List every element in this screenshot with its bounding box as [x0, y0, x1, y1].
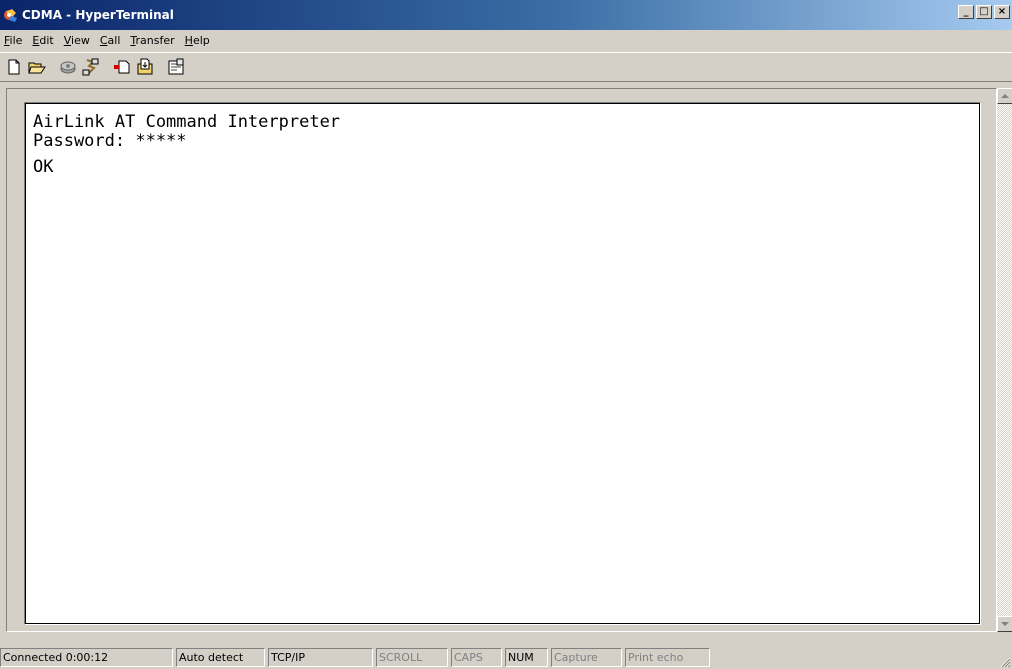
scroll-down-icon: [1001, 622, 1009, 626]
status-capture: Capture: [551, 648, 622, 667]
status-connection: Connected 0:00:12: [0, 648, 173, 667]
hyperterminal-icon[interactable]: [3, 7, 19, 23]
menu-bar: File Edit View Call Transfer Help: [0, 30, 1012, 52]
send-icon: [114, 60, 130, 74]
scroll-up-icon: [1001, 94, 1009, 98]
terminal-output: AirLink AT Command Interpreter Password: …: [33, 113, 340, 177]
menu-transfer[interactable]: Transfer: [125, 32, 179, 50]
open-icon: [28, 62, 46, 74]
minimize-button[interactable]: _: [958, 5, 974, 19]
connect-icon: [60, 61, 76, 74]
title-bar[interactable]: CDMA - HyperTerminal _ □ ×: [0, 0, 1012, 30]
close-icon: ×: [997, 6, 1007, 17]
scroll-down-button[interactable]: [997, 616, 1012, 632]
send-button[interactable]: [111, 56, 133, 78]
window-title: CDMA - HyperTerminal: [22, 8, 174, 22]
minimize-icon: _: [963, 6, 969, 17]
vertical-scrollbar[interactable]: [997, 88, 1012, 632]
terminal-line: OK: [33, 157, 54, 177]
close-button[interactable]: ×: [994, 5, 1010, 19]
disconnect-icon: [82, 58, 99, 76]
toolbar: [0, 52, 1012, 82]
new-connection-button[interactable]: [3, 56, 25, 78]
status-num: NUM: [505, 648, 548, 667]
maximize-icon: □: [979, 6, 989, 17]
menu-call[interactable]: Call: [95, 32, 126, 50]
scroll-up-button[interactable]: [997, 88, 1012, 104]
properties-icon: [168, 58, 184, 75]
call-button[interactable]: [57, 56, 79, 78]
status-detect: Auto detect: [176, 648, 265, 667]
receive-icon: [137, 58, 153, 75]
status-print-echo: Print echo: [625, 648, 710, 667]
terminal-line: AirLink AT Command Interpreter: [33, 112, 341, 132]
status-scroll: SCROLL: [376, 648, 448, 667]
status-protocol: TCP/IP: [268, 648, 373, 667]
resize-grip-icon[interactable]: [999, 656, 1011, 668]
status-caps: CAPS: [451, 648, 502, 667]
menu-help[interactable]: Help: [180, 32, 215, 50]
status-bar: Connected 0:00:12 Auto detect TCP/IP SCR…: [0, 646, 1012, 669]
receive-button[interactable]: [134, 56, 156, 78]
terminal-screen[interactable]: AirLink AT Command Interpreter Password: …: [24, 102, 981, 625]
menu-view[interactable]: View: [59, 32, 95, 50]
properties-button[interactable]: [165, 56, 187, 78]
terminal-line: Password: *****: [33, 131, 187, 151]
open-button[interactable]: [26, 56, 48, 78]
menu-file[interactable]: File: [0, 32, 27, 50]
new-icon: [8, 59, 20, 75]
disconnect-button[interactable]: [80, 56, 102, 78]
window-controls: _ □ ×: [956, 5, 1010, 19]
menu-edit[interactable]: Edit: [27, 32, 58, 50]
maximize-button[interactable]: □: [976, 5, 992, 19]
